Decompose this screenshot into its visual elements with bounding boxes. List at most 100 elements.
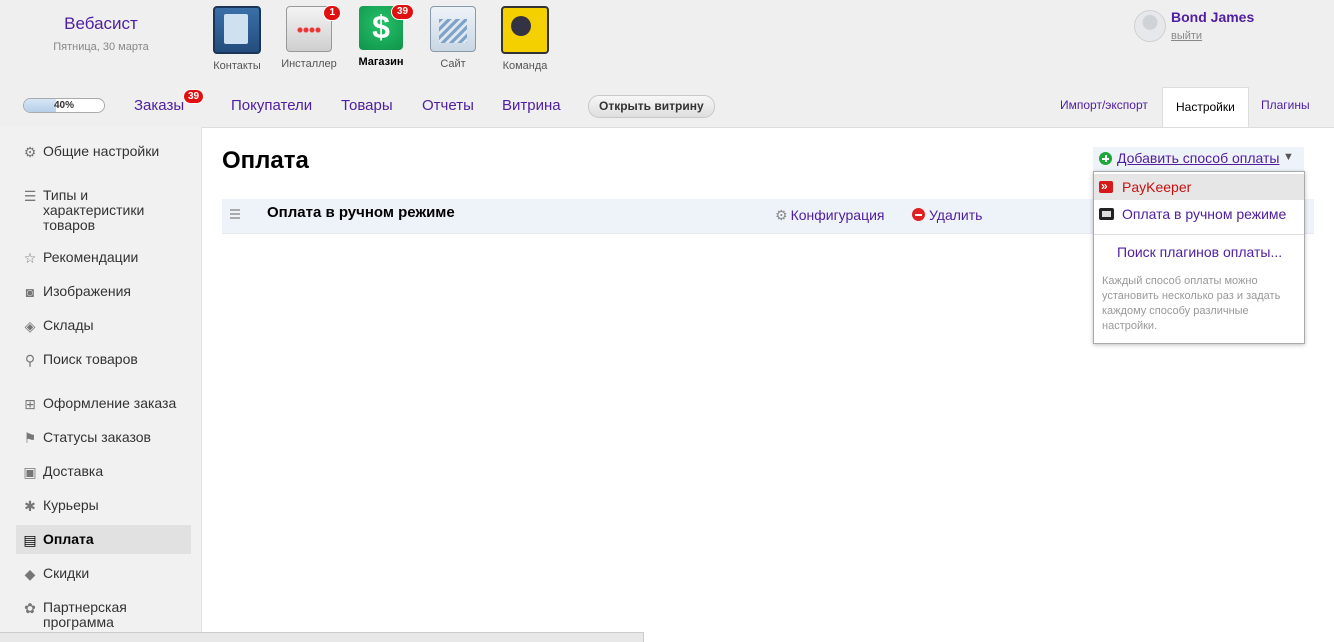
brand-name[interactable]: Вебасист bbox=[0, 14, 202, 34]
open-storefront-button[interactable]: Открыть витрину bbox=[588, 95, 715, 118]
orders-badge: 39 bbox=[183, 89, 205, 104]
tab-settings[interactable]: Настройки bbox=[1162, 87, 1249, 127]
brand: Вебасист Пятница, 30 марта bbox=[0, 0, 202, 53]
app-label: Магазин bbox=[358, 56, 404, 68]
progress-text: 40% bbox=[53, 100, 74, 111]
nav-reports[interactable]: Отчеты bbox=[422, 97, 474, 114]
team-icon bbox=[501, 6, 549, 54]
sidebar-item-label: Склады bbox=[43, 317, 94, 333]
dropdown-item-paykeeper[interactable]: PayKeeper bbox=[1094, 173, 1304, 200]
courier-icon: ✱ bbox=[24, 498, 36, 514]
sidebar-item-label: Скидки bbox=[43, 565, 90, 581]
installer-icon: 1 bbox=[286, 5, 341, 52]
site-icon bbox=[430, 6, 476, 52]
cash-icon: ▤ bbox=[23, 532, 37, 548]
sidebar-item-label: Изображения bbox=[43, 283, 131, 299]
settings-sidebar: ⚙ Общие настройки ☰ Типы и характеристик… bbox=[0, 127, 202, 641]
dropdown-hint: Каждый способ оплаты можно установить не… bbox=[1102, 275, 1281, 332]
sidebar-item-payment[interactable]: ▤ Оплата bbox=[16, 525, 191, 554]
dropdown-item-manual[interactable]: Оплата в ручном режиме bbox=[1094, 201, 1304, 227]
sidebar-item-label: Курьеры bbox=[43, 497, 99, 513]
contacts-icon bbox=[213, 6, 261, 54]
list-icon: ☰ bbox=[23, 188, 37, 204]
sidebar-item-label: Оформление заказа bbox=[43, 395, 177, 411]
logout-link[interactable]: выйти bbox=[1171, 30, 1202, 42]
app-label: Команда bbox=[502, 60, 548, 72]
delete-link[interactable]: Удалить bbox=[912, 207, 982, 223]
add-payment-label: Добавить способ оплаты bbox=[1117, 150, 1280, 166]
app-label: Инсталлер bbox=[281, 58, 337, 70]
gear-icon: ⚙ bbox=[775, 207, 788, 223]
chevron-down-icon: ▼ bbox=[1283, 151, 1294, 163]
sidebar-item-label: Оплата bbox=[43, 531, 94, 547]
sidebar-item-images[interactable]: ◙ Изображения bbox=[16, 283, 191, 301]
nav-customers[interactable]: Покупатели bbox=[231, 97, 312, 114]
current-date: Пятница, 30 марта bbox=[53, 41, 149, 53]
tag-icon: ◆ bbox=[24, 566, 36, 582]
drag-handle-icon[interactable] bbox=[230, 209, 240, 219]
installer-badge: 1 bbox=[323, 5, 341, 21]
sidebar-item-stocks[interactable]: ◈ Склады bbox=[16, 317, 191, 335]
nav-products[interactable]: Товары bbox=[341, 97, 393, 114]
sidebar-item-label: Рекомендации bbox=[43, 249, 139, 265]
avatar[interactable] bbox=[1134, 10, 1166, 42]
sidebar-item-label: Поиск товаров bbox=[43, 351, 138, 367]
delete-icon bbox=[912, 208, 925, 221]
page-title: Оплата bbox=[222, 147, 309, 174]
truck-icon: ▣ bbox=[23, 464, 37, 480]
app-label: Контакты bbox=[213, 60, 261, 72]
top-bar: Вебасист Пятница, 30 марта Контакты 1 Ин… bbox=[0, 0, 1334, 85]
configure-label: Конфигурация bbox=[790, 207, 885, 223]
app-label: Сайт bbox=[440, 58, 466, 70]
shop-icon: $ 39 bbox=[359, 4, 415, 50]
app-team[interactable]: Команда bbox=[489, 6, 561, 72]
payment-method-name: Оплата в ручном режиме bbox=[267, 204, 455, 221]
add-payment-dropdown: PayKeeper Оплата в ручном режиме Поиск п… bbox=[1093, 171, 1305, 344]
sidebar-item-affiliate[interactable]: ✿ Партнерская программа bbox=[16, 600, 191, 630]
user-name[interactable]: Bond James bbox=[1171, 9, 1254, 25]
search-plugins-link[interactable]: Поиск плагинов оплаты... bbox=[1117, 244, 1282, 260]
search-icon: ⚲ bbox=[24, 352, 36, 368]
box-icon: ◈ bbox=[24, 318, 36, 334]
affiliate-icon: ✿ bbox=[24, 600, 36, 616]
paykeeper-icon bbox=[1099, 173, 1113, 199]
sidebar-item-general[interactable]: ⚙ Общие настройки bbox=[16, 143, 191, 161]
flag-icon: ⚑ bbox=[23, 430, 37, 446]
camera-icon: ◙ bbox=[25, 284, 35, 300]
sidebar-item-order-states[interactable]: ⚑ Статусы заказов bbox=[16, 429, 191, 447]
star-icon: ☆ bbox=[23, 250, 37, 266]
sidebar-item-label: Доставка bbox=[43, 463, 104, 479]
sidebar-item-types[interactable]: ☰ Типы и характеристики товаров bbox=[16, 188, 191, 233]
sidebar-item-search[interactable]: ⚲ Поиск товаров bbox=[16, 351, 191, 369]
app-site[interactable]: Сайт bbox=[417, 6, 489, 70]
dropdown-divider bbox=[1094, 234, 1304, 235]
sidebar-item-label: Общие настройки bbox=[43, 143, 160, 159]
app-shop[interactable]: $ 39 Магазин bbox=[345, 4, 417, 68]
sidebar-item-label: Партнерская программа bbox=[43, 599, 127, 630]
cart-icon: ⊞ bbox=[24, 396, 36, 412]
sidebar-item-shipping[interactable]: ▣ Доставка bbox=[16, 463, 191, 481]
cash-icon bbox=[1099, 208, 1114, 220]
sidebar-item-label: Статусы заказов bbox=[43, 429, 151, 445]
sidebar-item-recommendations[interactable]: ☆ Рекомендации bbox=[16, 249, 191, 267]
dropdown-item-label: Оплата в ручном режиме bbox=[1122, 206, 1287, 222]
sidebar-item-checkout[interactable]: ⊞ Оформление заказа bbox=[16, 395, 191, 413]
sidebar-item-discounts[interactable]: ◆ Скидки bbox=[16, 565, 191, 583]
configure-link[interactable]: ⚙ Конфигурация bbox=[775, 207, 885, 224]
app-installer[interactable]: 1 Инсталлер bbox=[273, 5, 345, 70]
nav-bar: 40% Заказы 39 Покупатели Товары Отчеты В… bbox=[0, 85, 1334, 128]
delete-label: Удалить bbox=[929, 207, 983, 223]
sidebar-item-label: Типы и характеристики товаров bbox=[43, 187, 145, 233]
app-contacts[interactable]: Контакты bbox=[201, 6, 273, 72]
shop-badge: 39 bbox=[391, 4, 415, 20]
dropdown-item-label: PayKeeper bbox=[1122, 179, 1192, 195]
nav-orders[interactable]: Заказы bbox=[134, 97, 184, 114]
sidebar-item-couriers[interactable]: ✱ Курьеры bbox=[16, 497, 191, 515]
tab-plugins[interactable]: Плагины bbox=[1261, 98, 1310, 112]
gears-icon: ⚙ bbox=[23, 144, 37, 160]
nav-storefront[interactable]: Витрина bbox=[502, 97, 561, 114]
add-icon bbox=[1099, 152, 1112, 165]
tab-import-export[interactable]: Импорт/экспорт bbox=[1060, 98, 1148, 112]
add-payment-method-button[interactable]: Добавить способ оплаты ▼ bbox=[1093, 147, 1304, 171]
setup-progress[interactable]: 40% bbox=[23, 98, 105, 113]
